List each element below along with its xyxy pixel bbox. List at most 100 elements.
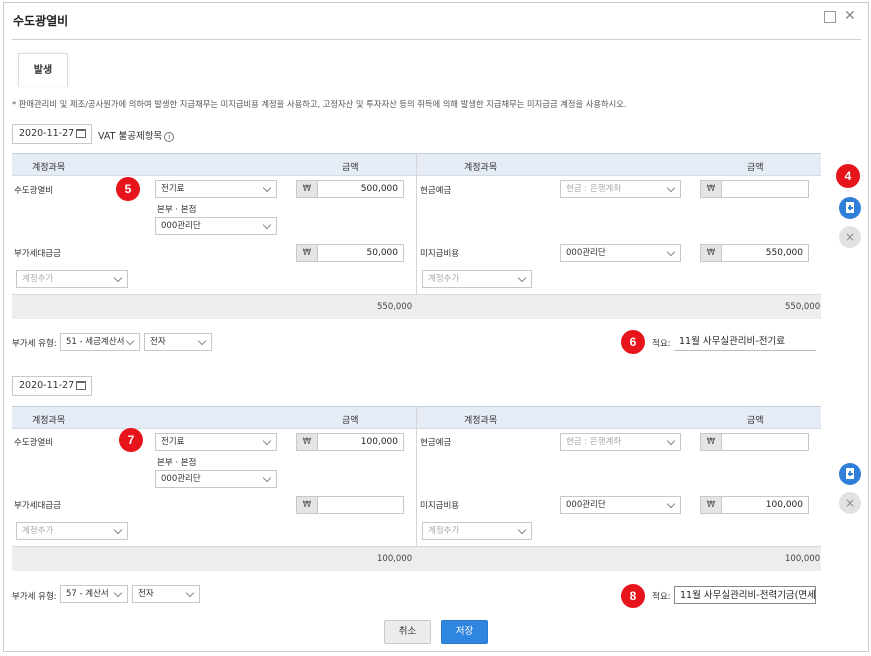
add-debit-account-select[interactable]: 계정추가 xyxy=(16,270,128,288)
date-value: 2020-11-27 xyxy=(19,380,75,391)
debit-account-header: 계정과목 xyxy=(32,416,66,426)
tax-kind-value: 전자 xyxy=(138,589,154,599)
add-debit-account-select[interactable]: 계정추가 xyxy=(16,522,128,540)
bank-account-select[interactable]: 현금 : 은행계좌 xyxy=(560,180,681,198)
amount-value: 100,000 xyxy=(765,500,803,510)
document-add-icon xyxy=(846,202,854,213)
chevron-down-icon xyxy=(262,436,272,446)
debit-amount-input-1[interactable]: ₩100,000 xyxy=(296,433,404,451)
item-value: 전기료 xyxy=(161,437,185,447)
chevron-down-icon xyxy=(125,336,135,346)
save-button[interactable]: 저장 xyxy=(441,620,488,644)
date-value: 2020-11-27 xyxy=(19,128,75,139)
tax-type-value: 57 - 계산서 xyxy=(66,589,109,599)
marker-4: 4 xyxy=(836,164,860,188)
debit-total: 550,000 xyxy=(377,302,413,312)
placeholder-text: 계정추가 xyxy=(428,274,460,284)
credit-amount-header: 금액 xyxy=(747,416,764,426)
item-value: 000관리단 xyxy=(566,248,606,258)
memo-label: 적요: xyxy=(652,339,671,349)
credit-amount-input-1[interactable]: ₩ xyxy=(700,180,809,198)
placeholder-text: 현금 : 은행계좌 xyxy=(566,437,622,447)
credit-account-header: 계정과목 xyxy=(464,416,498,426)
remove-entry-button[interactable]: × xyxy=(839,492,861,514)
chevron-down-icon xyxy=(262,183,272,193)
memo-input-2[interactable]: 11월 사무실관리비-전력기금(면세) xyxy=(674,586,816,604)
tax-type-label: 부가세 유형: xyxy=(12,592,57,602)
cancel-button[interactable]: 취소 xyxy=(384,620,431,644)
remove-entry-button[interactable]: × xyxy=(839,226,861,248)
won-icon: ₩ xyxy=(701,245,722,261)
total-bar-2: 100,000 100,000 xyxy=(12,546,821,571)
marker-6: 6 xyxy=(621,330,645,354)
chevron-down-icon xyxy=(262,473,272,483)
amount-value: 500,000 xyxy=(360,184,398,194)
tab-occurrence[interactable]: 발생 xyxy=(18,53,68,87)
info-icon[interactable]: i xyxy=(164,131,175,142)
dept-label: 본부 · 본점 xyxy=(157,205,197,215)
tax-kind-select[interactable]: 전자 xyxy=(144,333,212,351)
debit-account-2: 부가세대급금 xyxy=(14,249,61,259)
debit-amount-header: 금액 xyxy=(342,163,359,173)
placeholder-text: 계정추가 xyxy=(428,526,460,536)
credit-account-1: 현금예금 xyxy=(420,186,452,196)
debit-amount-input-1[interactable]: ₩500,000 xyxy=(296,180,404,198)
add-credit-account-select[interactable]: 계정추가 xyxy=(422,522,532,540)
debit-total: 100,000 xyxy=(377,554,413,564)
credit-total: 100,000 xyxy=(785,554,821,564)
credit-item-select[interactable]: 000관리단 xyxy=(560,244,681,262)
calendar-icon xyxy=(76,129,86,138)
dept-select[interactable]: 000관리단 xyxy=(155,470,277,488)
credit-total: 550,000 xyxy=(785,302,821,312)
bank-account-select[interactable]: 현금 : 은행계좌 xyxy=(560,433,681,451)
item-select[interactable]: 전기료 xyxy=(155,433,277,451)
document-add-icon xyxy=(846,468,854,479)
add-entry-button[interactable] xyxy=(839,197,861,219)
credit-account-1: 현금예금 xyxy=(420,438,452,448)
chevron-down-icon xyxy=(113,588,123,598)
credit-amount-input-2[interactable]: ₩100,000 xyxy=(700,496,809,514)
won-icon: ₩ xyxy=(297,181,318,197)
tax-type-select[interactable]: 57 - 계산서 xyxy=(60,585,128,603)
maximize-icon[interactable] xyxy=(824,11,836,23)
chevron-down-icon xyxy=(517,525,527,535)
chevron-down-icon xyxy=(666,499,676,509)
won-icon: ₩ xyxy=(701,181,722,197)
close-icon: × xyxy=(844,230,856,244)
dept-label: 본부 · 본점 xyxy=(157,458,197,468)
add-credit-account-select[interactable]: 계정추가 xyxy=(422,270,532,288)
debit-amount-input-2[interactable]: ₩50,000 xyxy=(296,244,404,262)
chevron-down-icon xyxy=(666,436,676,446)
notice-text: * 판매관리비 및 제조/공사원가에 의하여 발생한 지급채무는 미지급비용 계… xyxy=(12,99,627,109)
credit-amount-input-2[interactable]: ₩550,000 xyxy=(700,244,809,262)
tax-kind-select[interactable]: 전자 xyxy=(132,585,200,603)
calendar-icon xyxy=(76,381,86,390)
add-entry-button[interactable] xyxy=(839,463,861,485)
date-picker-1[interactable]: 2020-11-27 xyxy=(12,124,92,144)
dialog-title: 수도광열비 xyxy=(13,14,69,28)
won-icon: ₩ xyxy=(297,497,318,513)
date-picker-2[interactable]: 2020-11-27 xyxy=(12,376,92,396)
debit-amount-input-2[interactable]: ₩ xyxy=(296,496,404,514)
credit-amount-input-1[interactable]: ₩ xyxy=(700,433,809,451)
chevron-down-icon xyxy=(666,183,676,193)
item-select[interactable]: 전기료 xyxy=(155,180,277,198)
dialog-window: 수도광열비 ✕ 발생 * 판매관리비 및 제조/공사원가에 의하여 발생한 지급… xyxy=(3,2,869,652)
memo-input-1[interactable]: 11월 사무실관리비-전기료 xyxy=(674,333,816,351)
debit-amount-header: 금액 xyxy=(342,416,359,426)
chevron-down-icon xyxy=(113,525,123,535)
tax-kind-value: 전자 xyxy=(150,337,166,347)
tax-type-select[interactable]: 51 - 세금계산서 xyxy=(60,333,140,351)
chevron-down-icon xyxy=(197,336,207,346)
credit-account-header: 계정과목 xyxy=(464,163,498,173)
tax-type-label: 부가세 유형: xyxy=(12,339,57,349)
amount-value: 100,000 xyxy=(360,437,398,447)
amount-value: 50,000 xyxy=(366,248,399,258)
close-icon[interactable]: ✕ xyxy=(844,9,856,23)
dept-select[interactable]: 000관리단 xyxy=(155,217,277,235)
title-divider xyxy=(12,39,861,40)
marker-5: 5 xyxy=(116,177,140,201)
memo-label: 적요: xyxy=(652,592,671,602)
credit-item-select[interactable]: 000관리단 xyxy=(560,496,681,514)
total-bar-1: 550,000 550,000 xyxy=(12,294,821,319)
